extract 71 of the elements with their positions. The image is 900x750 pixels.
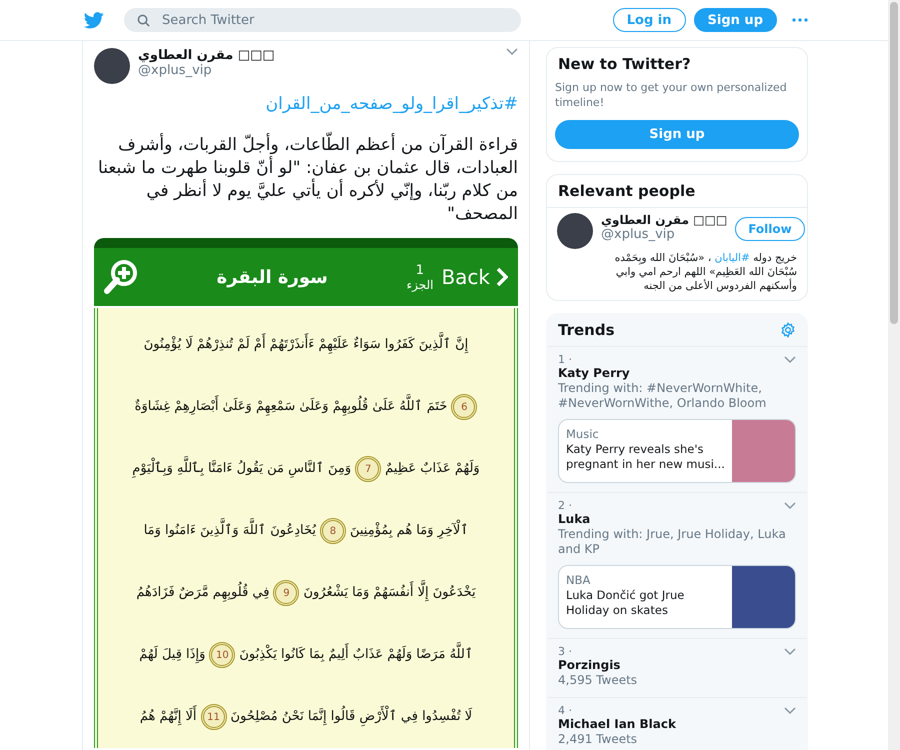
news-card[interactable]: NBA Luka Dončić got Jrue Holiday on skates	[558, 565, 796, 629]
avatar[interactable]	[557, 213, 593, 249]
back-button[interactable]: Back	[441, 265, 508, 289]
juz-number: 1	[416, 262, 424, 278]
trend-meta: 2,491 Tweets	[558, 732, 638, 747]
tweet-text: قراءة القرآن من أعظم الطّاعات، وأجلّ القربات، وأشرف العبادات، قال عثمان بن عفان: "لو أنّ قلوبنا طهرت ما شبعنا من كلام ربّنا، وإنّي لأكره أن يأتي عليَّ يوم لا أنظر في المصحف"	[94, 134, 518, 226]
trend-meta: Trending with: Jrue, Jrue Holiday, Luka and KP	[558, 527, 787, 557]
chevron-down-icon[interactable]	[784, 502, 796, 510]
verse-number: 7	[355, 456, 382, 482]
verse-number: 11	[200, 704, 227, 730]
trend-item[interactable]: 3 · Porzingis 4,595 Tweets	[547, 639, 807, 698]
trend-rank: 2 ·	[558, 499, 572, 512]
card-title: Trends	[557, 320, 616, 341]
verse-text: أَلَا إِنَّهُمْ هُمُ	[140, 702, 197, 732]
person-name[interactable]: مقرن العطاوي □□□	[601, 213, 728, 227]
person-bio: خريج دوله #اليابان ، «سُبْحَانَ الله وبِحَمْده سُبْحَانَ الله العَظِيم» اللهم ارحم امي وابي وأسكنهم الفردوس الأعلى من الجنه	[614, 251, 797, 293]
bird-logo-icon[interactable]	[84, 12, 104, 28]
search-icon	[137, 14, 150, 27]
verse-text: يَخْدَعُونَ إِلَّا أَنفُسَهُمْ وَمَا يَشْعُرُونَ	[303, 578, 476, 608]
chevron-right-icon	[496, 267, 508, 287]
card-title: Relevant people	[557, 181, 696, 202]
trend-item[interactable]: 1 · Katy Perry Trending with: #NeverWornWhite, #NeverWornWithe, Orlando Bloom Music Katy Perry reveals she's pregnant in her new musi...	[547, 347, 807, 493]
verse-text: وَمِنَ ٱلنَّاسِ مَن يَقُولُ ءَامَنَّا بِٱللَّهِ وَبِٱلْيَوْمِ	[132, 454, 352, 484]
trend-name: Luka	[558, 512, 592, 527]
chevron-down-icon[interactable]	[506, 48, 518, 56]
trend-rank: 1 ·	[558, 353, 572, 366]
photo-placeholder	[732, 566, 795, 628]
verse-text: فِي قُلُوبِهِم مَّرَضٌ فَزَادَهُمُ	[136, 578, 270, 608]
photo-placeholder	[732, 420, 795, 482]
trend-name: Katy Perry	[558, 366, 631, 381]
verse-text: وَإِذَا قِيلَ لَهُمْ	[139, 644, 206, 666]
news-card[interactable]: Music Katy Perry reveals she's pregnant in her new musi...	[558, 419, 796, 483]
news-headline: Katy Perry reveals she's pregnant in her new musi...	[566, 442, 725, 472]
verse-text: لَا تُفْسِدُوا فِي ٱلْأَرْضِ قَالُوا إِنَّمَا نَحْنُ مُصْلِحُونَ	[230, 702, 472, 732]
trend-item[interactable]: 4 · Michael Ian Black 2,491 Tweets	[547, 698, 807, 750]
verse-text: خَتَمَ ٱللَّهُ عَلَىٰ قُلُوبِهِمْ وَعَلَىٰ سَمْعِهِمْ وَعَلَىٰ أَبْصَارِهِمْ غِشَاوَةٌ	[134, 392, 448, 422]
verse-number: 8	[320, 518, 346, 544]
trend-meta: 4,595 Tweets	[558, 673, 638, 688]
search-field[interactable]: Search Twitter	[124, 8, 521, 32]
news-headline: Luka Dončić got Jrue Holiday on skates	[566, 588, 686, 618]
trend-meta: Trending with: #NeverWornWhite, #NeverWornWithe, Orlando Bloom	[558, 381, 768, 411]
chevron-down-icon[interactable]	[784, 648, 796, 656]
trend-name: Porzingis	[558, 658, 622, 673]
author-name[interactable]: مقرن العطاوي □□□	[138, 48, 275, 63]
verse-number: 10	[209, 642, 236, 668]
signup-text: Sign up now to get your own personalized timeline!	[554, 80, 788, 110]
trend-name: Michael Ian Black	[558, 717, 677, 732]
surah-title: سورة البقرة	[216, 266, 329, 288]
news-category: Music	[566, 427, 600, 441]
trend-item[interactable]: 2 · Luka Trending with: Jrue, Jrue Holiday, Luka and KP NBA Luka Dončić got Jrue Holiday on skates	[547, 493, 807, 639]
avatar[interactable]	[94, 48, 130, 84]
verse-text: إِنَّ ٱلَّذِينَ كَفَرُوا سَوَاءٌ عَلَيْهِمْ ءَأَنذَرْتَهُمْ أَمْ لَمْ تُنذِرْهُمْ لَا يُؤْمِنُونَ	[144, 330, 468, 360]
news-category: NBA	[566, 573, 592, 587]
verse-text: يُخَادِعُونَ ٱللَّهَ وَٱلَّذِينَ ءَامَنُوا وَمَا	[144, 516, 316, 546]
chevron-down-icon[interactable]	[784, 706, 796, 714]
verse-text: ٱلْآخِرِ وَمَا هُم بِمُؤْمِنِينَ	[350, 516, 468, 546]
author-handle: @xplus_vip	[138, 63, 212, 78]
juz-label: الجزء	[406, 278, 434, 292]
card-title: New to Twitter?	[557, 54, 692, 75]
settings-icon[interactable]	[780, 322, 796, 338]
zoom-in-icon	[104, 259, 138, 295]
verse-number: 9	[273, 580, 300, 606]
trend-rank: 4 ·	[558, 704, 572, 717]
scrollbar[interactable]	[888, 0, 900, 750]
verse-text: ٱللَّهُ مَرَضًا وَلَهُمْ عَذَابٌ أَلِيمٌ بِمَا كَانُوا يَكْذِبُونَ	[239, 640, 473, 670]
verse-number: 6	[451, 394, 478, 420]
more-icon[interactable]	[792, 18, 808, 22]
verse-text: وَلَهُمْ عَذَابٌ عَظِيمٌ	[385, 458, 480, 478]
chevron-down-icon[interactable]	[784, 356, 796, 364]
person-handle: @xplus_vip	[601, 227, 675, 242]
trend-rank: 3 ·	[558, 645, 572, 658]
